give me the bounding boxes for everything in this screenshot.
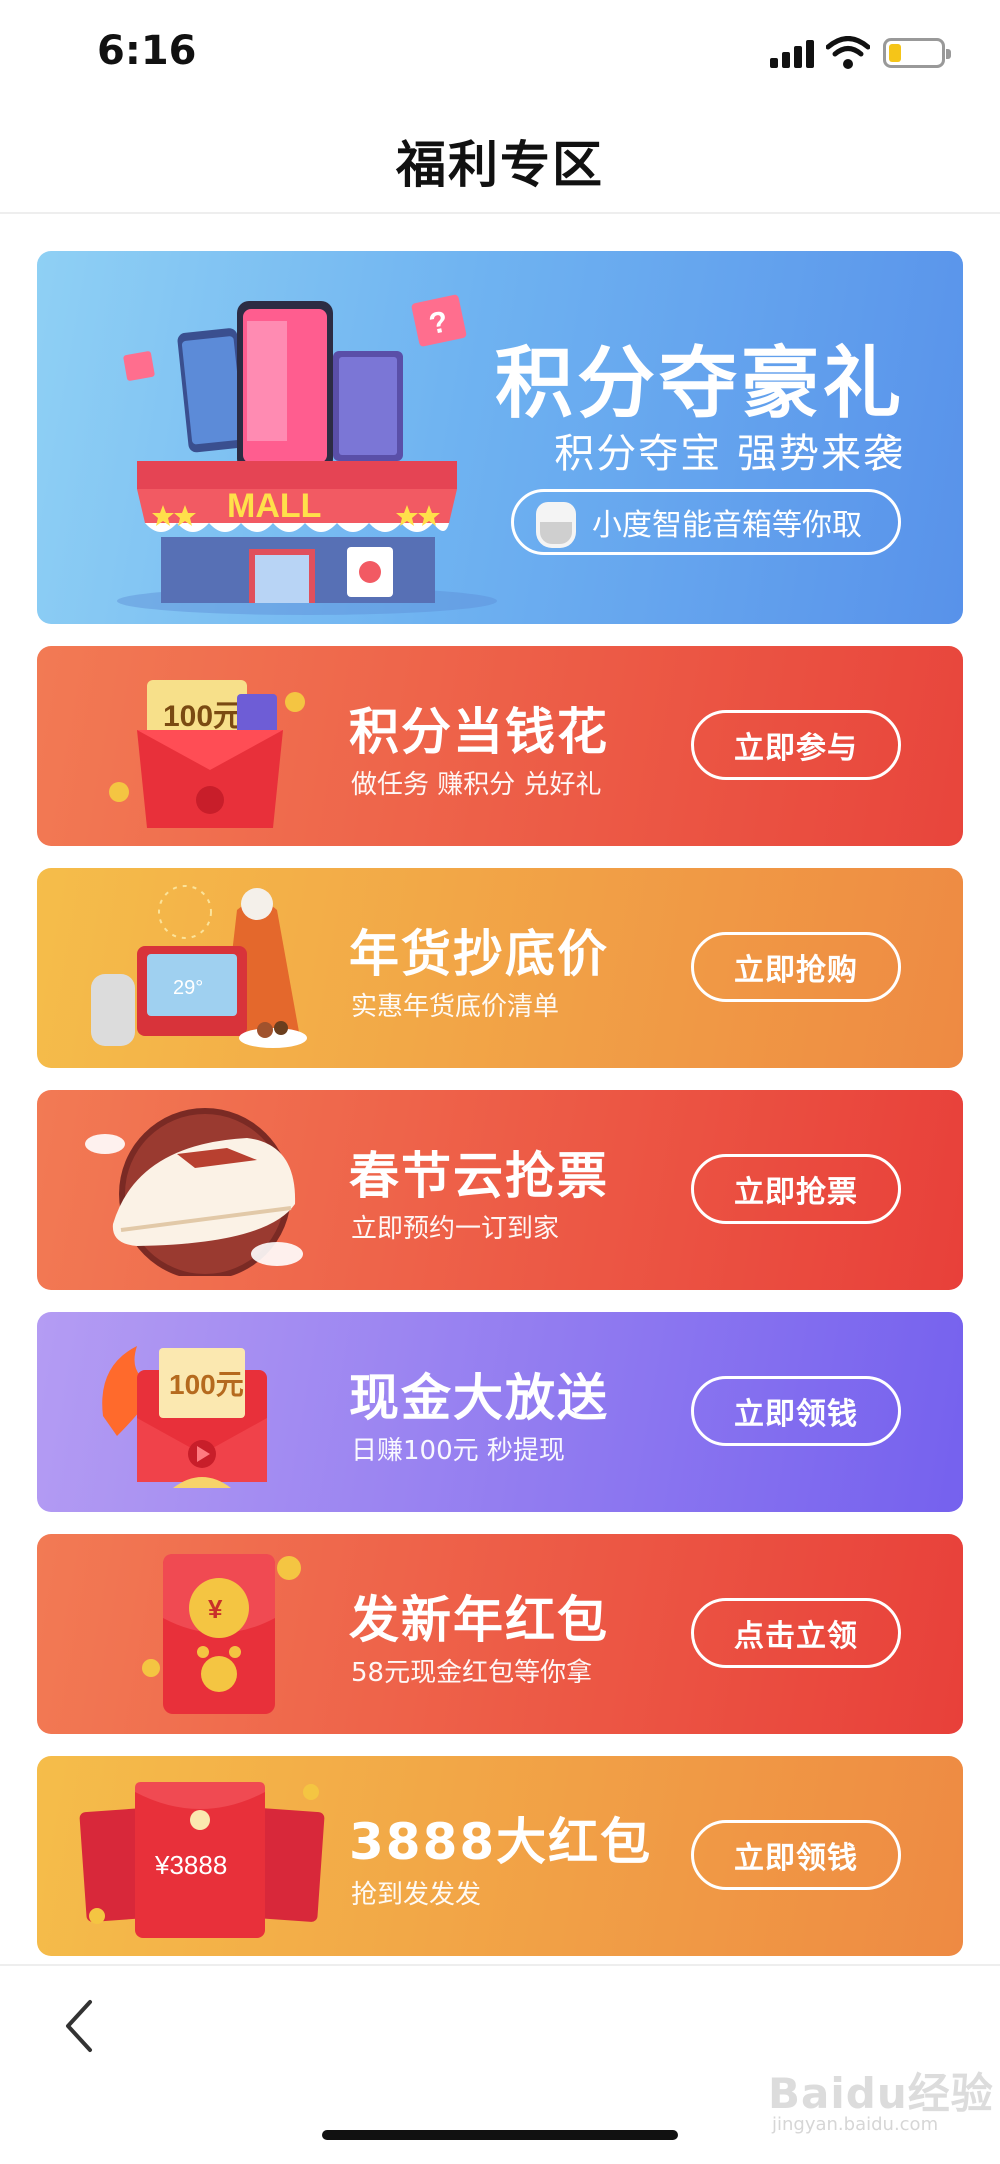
svg-text:¥: ¥ [208, 1594, 223, 1624]
card-spring-festival-tickets[interactable]: 春节云抢票 立即预约一订到家 立即抢票 [37, 1090, 963, 1290]
banner-reward-pill[interactable]: 小度智能音箱等你取 [511, 489, 901, 555]
grab-ticket-button[interactable]: 立即抢票 [691, 1154, 901, 1224]
baidu-jingyan-watermark: Baidu经验 [768, 2069, 994, 2118]
card-cash-giveaway[interactable]: 100元 现金大放送 日赚100元 秒提现 立即领钱 [37, 1312, 963, 1512]
home-indicator[interactable] [322, 2130, 678, 2140]
join-now-button[interactable]: 立即参与 [691, 710, 901, 780]
card-subtitle: 做任务 赚积分 兑好礼 [351, 770, 602, 800]
card-subtitle: 实惠年货底价清单 [351, 992, 560, 1022]
svg-text:29°: 29° [173, 977, 203, 999]
baidu-red-envelope-art: ¥ [142, 1554, 301, 1714]
card-subtitle: 日赚100元 秒提现 [351, 1436, 565, 1466]
buy-now-button[interactable]: 立即抢购 [691, 932, 901, 1002]
cash-envelope-art: 100元 [102, 1346, 267, 1488]
card-title: 发新年红包 [349, 1591, 609, 1649]
card-subtitle: 58元现金红包等你拿 [351, 1658, 593, 1688]
battery-icon [883, 38, 951, 68]
get-money-button[interactable]: 立即领钱 [691, 1376, 901, 1446]
signal-icon [770, 40, 814, 68]
status-bar: 6:16 [0, 0, 1000, 110]
banner-title: 积分夺豪礼 [494, 339, 905, 429]
watermark-url: jingyan.baidu.com [772, 2114, 939, 2135]
back-chevron-icon[interactable] [60, 1996, 100, 2056]
red-envelopes-3888-art: ¥3888 [79, 1782, 325, 1938]
nav-bar: 福利专区 [0, 110, 1000, 214]
mall-illustration: MALL ? [117, 294, 497, 615]
smart-display-jacket-art: 29° [91, 885, 307, 1048]
card-title: 春节云抢票 [349, 1147, 609, 1205]
card-3888-red-envelope[interactable]: ¥3888 3888大红包 抢到发发发 立即领钱 [37, 1756, 963, 1956]
card-title: 现金大放送 [349, 1369, 609, 1427]
svg-text:100元: 100元 [163, 700, 243, 733]
svg-text:100元: 100元 [169, 1369, 244, 1400]
svg-text:MALL: MALL [227, 487, 321, 525]
claim-now-button[interactable]: 点击立领 [691, 1598, 901, 1668]
banner-pill-label: 小度智能音箱等你取 [592, 508, 862, 543]
card-title: 年货抄底价 [349, 925, 609, 983]
card-title: 积分当钱花 [349, 703, 609, 761]
wifi-icon [825, 36, 871, 70]
card-subtitle: 立即预约一订到家 [351, 1214, 560, 1244]
card-title: 3888大红包 [349, 1813, 653, 1871]
bullet-train-art [85, 1108, 303, 1276]
red-envelope-voucher-art: 100元 [109, 680, 305, 828]
get-money-button[interactable]: 立即领钱 [691, 1820, 901, 1890]
card-new-year-goods[interactable]: 29° 年货抄底价 实惠年货底价清单 立即抢购 [37, 868, 963, 1068]
svg-text:¥3888: ¥3888 [154, 1850, 227, 1880]
points-banner[interactable]: MALL ? 积分夺豪礼 积分夺宝 强势来袭 小度智能音箱等你取 [37, 251, 963, 624]
banner-subtitle: 积分夺宝 强势来袭 [554, 431, 905, 477]
card-points-spend[interactable]: 100元 积分当钱花 做任务 赚积分 兑好礼 立即参与 [37, 646, 963, 846]
card-subtitle: 抢到发发发 [351, 1880, 482, 1910]
status-time: 6:16 [97, 28, 197, 74]
card-new-year-red-envelope[interactable]: ¥ 发新年红包 58元现金红包等你拿 点击立领 [37, 1534, 963, 1734]
smart-speaker-icon [536, 502, 576, 548]
page-title: 福利专区 [396, 136, 604, 194]
